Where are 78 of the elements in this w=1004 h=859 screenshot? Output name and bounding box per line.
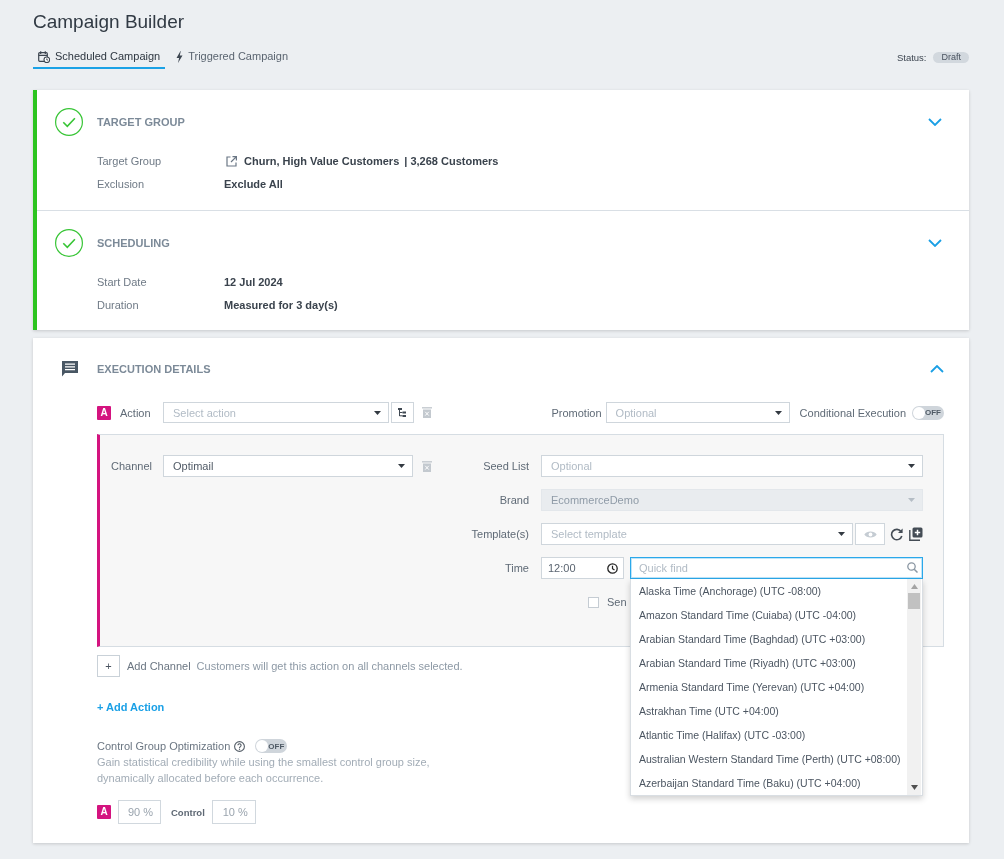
caret-down-icon — [908, 498, 915, 502]
customer-count: | 3,268 Customers — [404, 154, 499, 168]
caret-down-icon — [774, 410, 782, 415]
search-icon — [907, 562, 918, 573]
caret-down-icon — [374, 410, 381, 415]
scrollbar-track[interactable] — [907, 579, 921, 795]
dropdown-option[interactable]: Arabian Standard Time (Riyadh) (UTC +03:00) — [631, 651, 906, 675]
variant-badge: A — [97, 805, 111, 819]
dropdown-option[interactable]: Amazon Standard Time (Cuiaba) (UTC -04:00) — [631, 603, 906, 627]
add-channel-button[interactable]: + — [97, 655, 120, 677]
field-label: Time — [503, 562, 529, 574]
lightning-icon — [176, 50, 184, 63]
preview-button[interactable] — [855, 523, 885, 545]
field-label: Duration — [97, 298, 140, 312]
checkbox[interactable] — [588, 596, 599, 608]
field-label: Control — [171, 806, 205, 818]
field-label: Template(s) — [471, 528, 529, 540]
scroll-up-icon[interactable] — [910, 584, 918, 589]
field-label: Seed List — [482, 460, 529, 472]
caret-down-icon — [838, 532, 845, 536]
section-title: TARGET GROUP — [97, 116, 185, 128]
external-link-icon[interactable] — [226, 155, 237, 167]
caret-down-icon — [398, 464, 405, 468]
eye-icon — [863, 529, 877, 539]
dropdown-option[interactable]: Alaska Time (Anchorage) (UTC -08:00) — [631, 579, 906, 603]
field-value: Churn, High Value Customers — [244, 154, 400, 168]
toggle-label: Control Group Optimization — [97, 739, 231, 753]
chevron-up-icon[interactable] — [930, 365, 944, 373]
channel-note: Customers will get this action on all channels selected. — [196, 660, 463, 672]
dropdown-option[interactable]: Azerbaijan Standard Time (Baku) (UTC +04:00) — [631, 771, 906, 795]
field-label: Exclusion — [97, 177, 146, 191]
refresh-icon[interactable] — [890, 527, 903, 541]
select-field: EcommerceDemo — [541, 489, 923, 511]
hierarchy-button[interactable] — [391, 402, 414, 423]
delete-icon[interactable] — [422, 407, 432, 418]
page-title: Campaign Builder — [33, 10, 185, 33]
chevron-down-icon[interactable] — [928, 239, 942, 247]
dropdown-option[interactable]: Armenia Standard Time (Yerevan) (UTC +04:00) — [631, 675, 906, 699]
field-label: Promotion — [551, 405, 602, 420]
scroll-down-icon[interactable] — [910, 785, 918, 790]
caret-down-icon — [908, 464, 915, 468]
status-badge: Draft — [933, 51, 969, 63]
toggle-label: Conditional Execution — [799, 405, 906, 420]
section-title: SCHEDULING — [97, 237, 170, 249]
chevron-down-icon[interactable] — [928, 118, 942, 126]
calendar-icon — [38, 50, 50, 63]
search-field[interactable]: Quick find — [630, 557, 923, 579]
help-icon[interactable] — [234, 740, 246, 752]
status-label: Status: — [896, 51, 927, 63]
tab[interactable]: Scheduled Campaign — [33, 45, 166, 69]
field-label: Channel — [111, 459, 153, 473]
message-icon — [62, 361, 78, 377]
delete-icon[interactable] — [422, 460, 432, 472]
dropdown-option[interactable]: Atlantic Time (Halifax) (UTC -03:00) — [631, 723, 906, 747]
dropdown-option[interactable]: Arabian Standard Time (Baghdad) (UTC +03:00) — [631, 627, 906, 651]
toggle-switch[interactable]: OFF — [912, 405, 944, 420]
hierarchy-icon — [397, 408, 408, 417]
dropdown-option[interactable]: Australian Western Standard Time (Perth) (UTC +08:00) — [631, 747, 906, 771]
field-label: Target Group — [97, 154, 163, 168]
field-label: Action — [120, 405, 152, 420]
add-copy-icon[interactable] — [909, 527, 923, 541]
clock-icon — [607, 562, 618, 574]
field-value: 12 Jul 2024 — [224, 275, 284, 289]
channel-select[interactable]: Optimail — [163, 455, 413, 477]
toggle-switch[interactable]: OFF — [255, 739, 288, 753]
add-channel-label[interactable]: Add Channel — [127, 659, 191, 673]
dropdown-option[interactable]: Astrakhan Time (UTC +04:00) — [631, 699, 906, 723]
description-text: Gain statistical credibility while using the smallest control group size, dynamically allocated before each occurrence. — [97, 755, 431, 786]
field-value: Measured for 3 day(s) — [224, 298, 338, 312]
variant-badge: A — [97, 405, 111, 420]
field-label: Brand — [498, 494, 529, 506]
section-title: EXECUTION DETAILS — [97, 363, 211, 375]
checkbox-label: Sen — [607, 596, 627, 608]
field-value: Exclude All — [224, 177, 284, 191]
field-label: Start Date — [97, 275, 148, 289]
scrollbar-thumb[interactable] — [908, 593, 920, 609]
tab[interactable]: Triggered Campaign — [171, 45, 294, 69]
time-field[interactable]: 12:00 — [541, 557, 624, 579]
